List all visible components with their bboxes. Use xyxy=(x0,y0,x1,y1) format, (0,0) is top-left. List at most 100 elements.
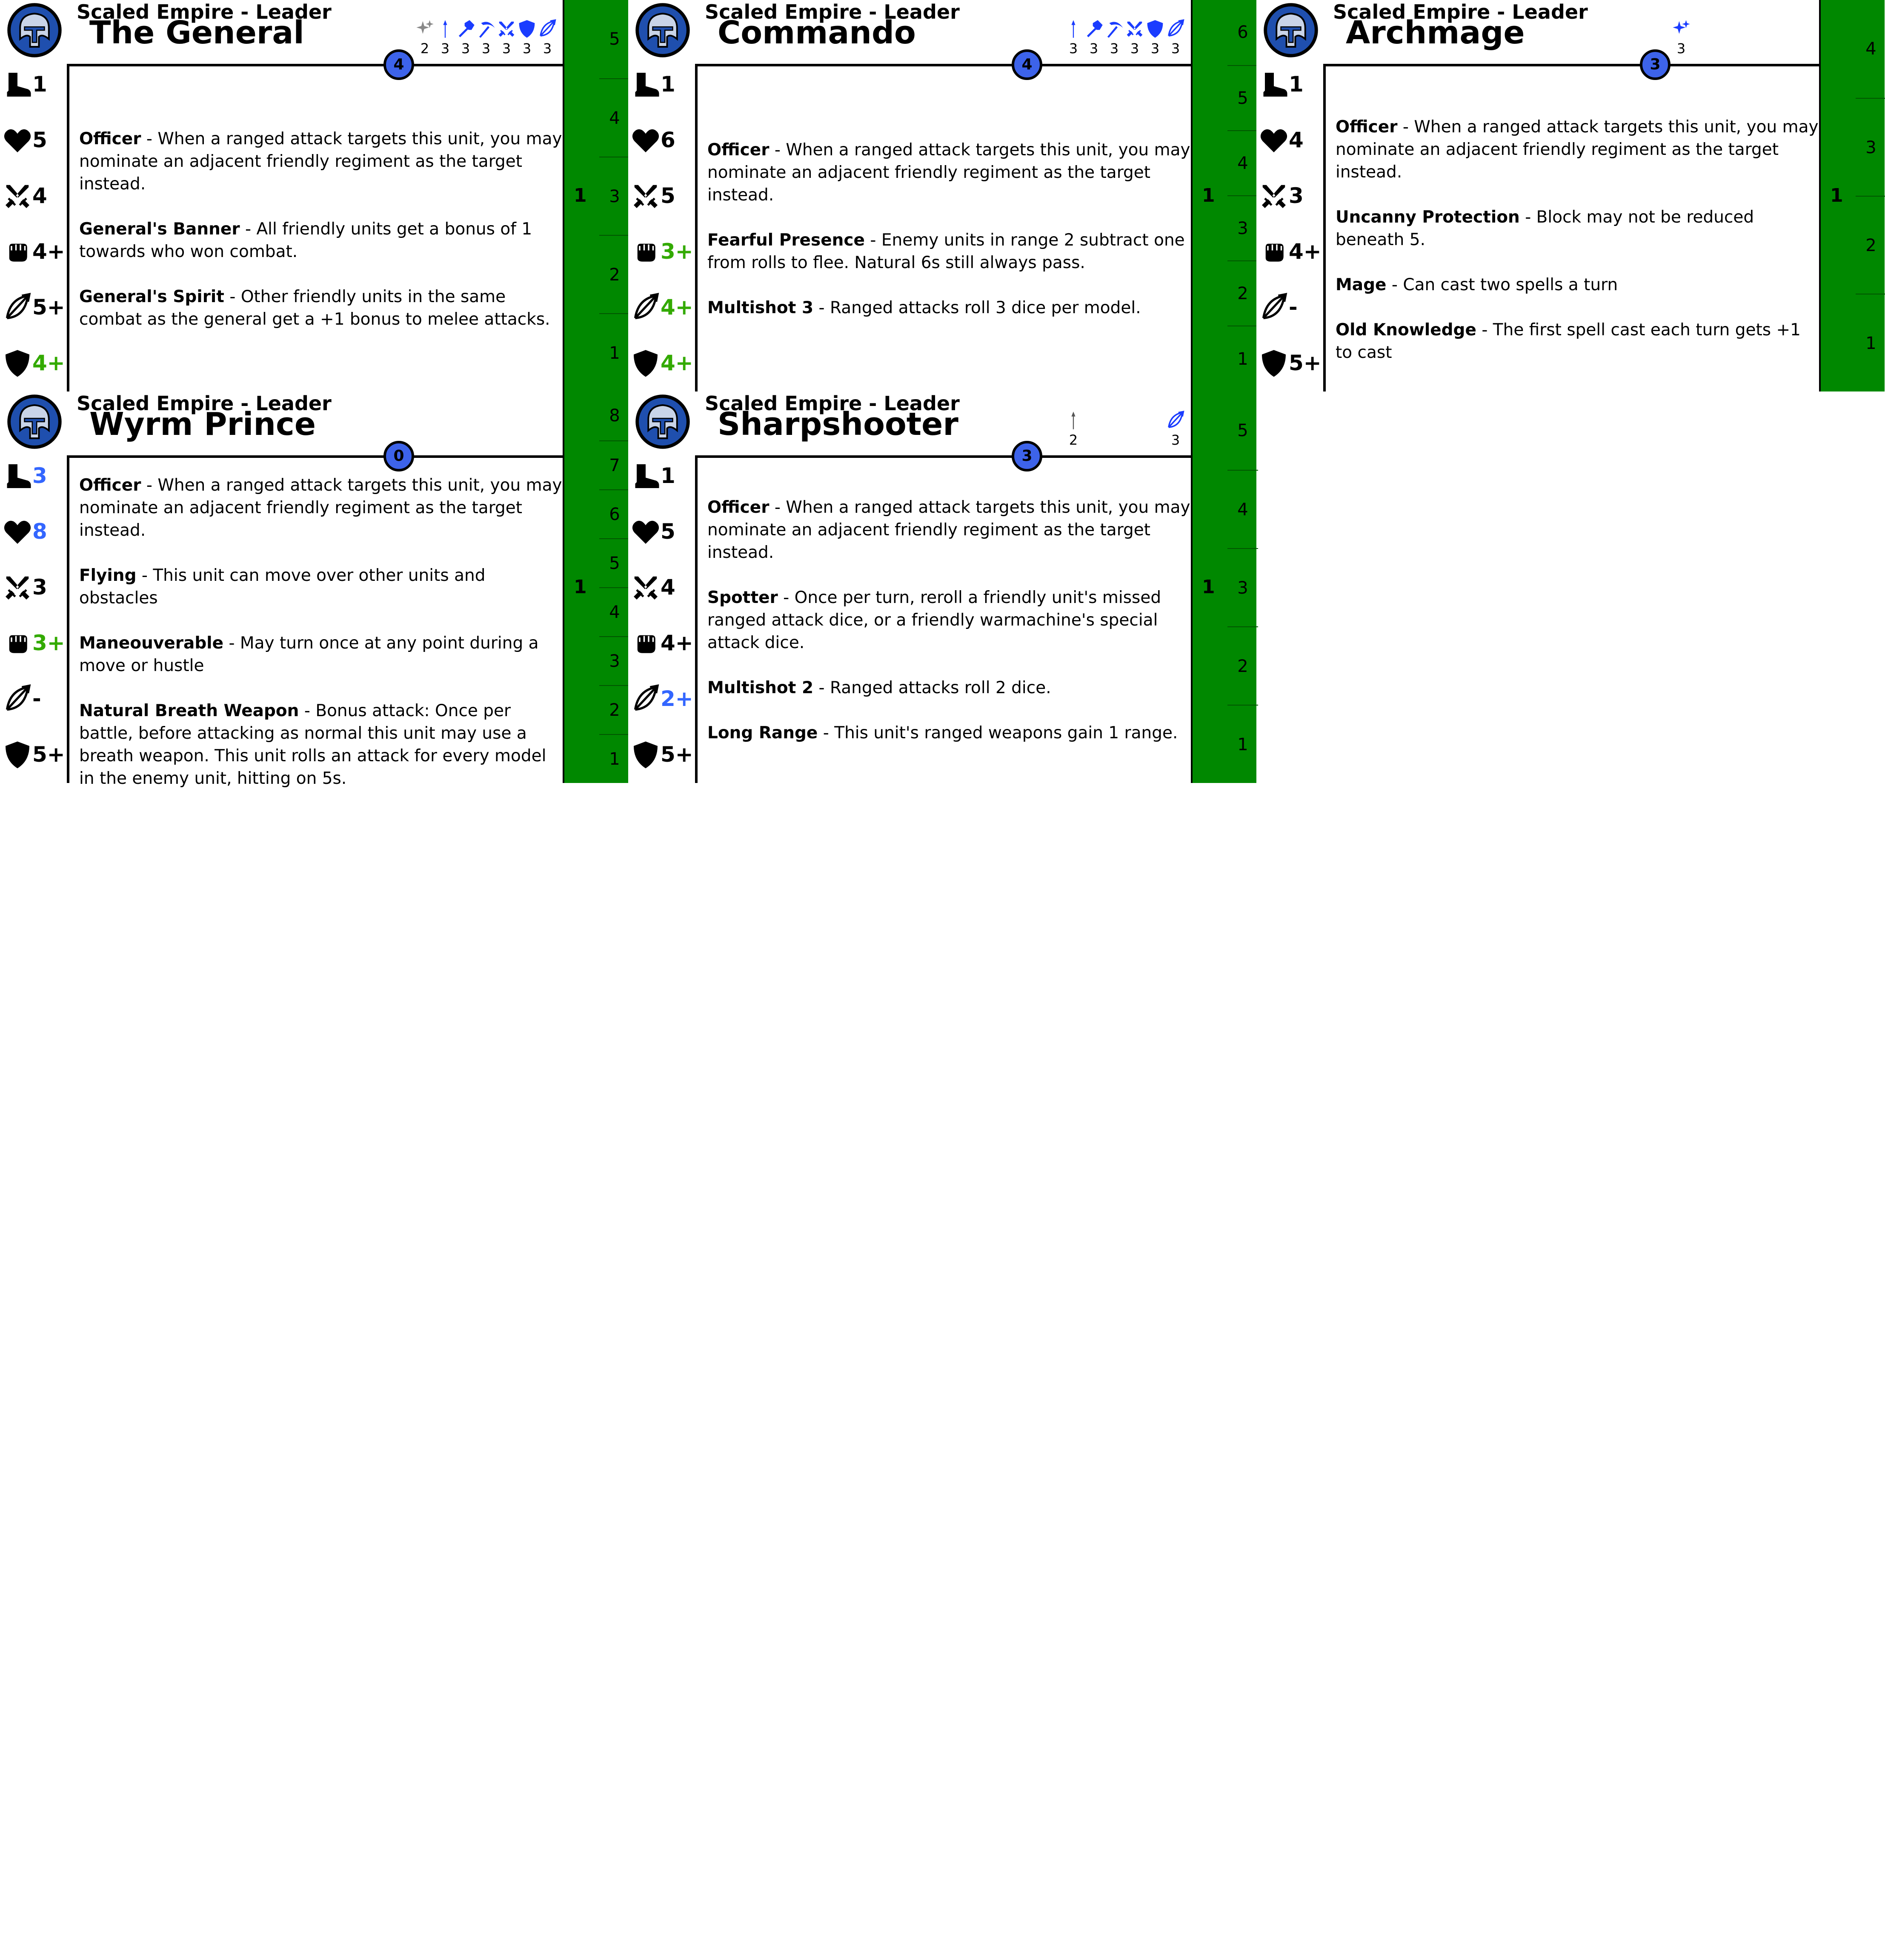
stat-value: 5 xyxy=(32,128,47,152)
stat-value: 5 xyxy=(661,519,675,544)
ability-name: Officer xyxy=(79,476,141,495)
cost-badge: 4 xyxy=(1012,49,1042,80)
stat-value: - xyxy=(32,686,41,711)
heart-icon xyxy=(631,517,661,547)
hammer-icon xyxy=(455,18,476,40)
ability-name: Old Knowledge xyxy=(1336,320,1476,340)
track-step: 3 xyxy=(1227,195,1258,260)
ability-text: - When a ranged attack targets this unit… xyxy=(707,498,1190,562)
ability-name: Fearful Presence xyxy=(707,231,865,250)
stat-divider xyxy=(67,455,69,783)
track-step: 2 xyxy=(1856,196,1885,294)
ability: Fearful Presence - Enemy units in range … xyxy=(707,229,1190,274)
model-count: 1 xyxy=(574,576,587,598)
unit-card-sharpshooter: Scaled Empire - Leader Sharpshooter 2 3 … xyxy=(628,391,1258,783)
pickaxe-icon xyxy=(1104,18,1124,40)
crossed-swords-icon xyxy=(3,181,32,211)
stat-health: 8 xyxy=(0,509,66,552)
stat-block: 4+ xyxy=(628,341,695,383)
stat-value: 4+ xyxy=(32,239,65,264)
stat-value: 2+ xyxy=(661,686,693,711)
ability: General's Banner - All friendly units ge… xyxy=(79,218,562,263)
ability-list: Officer - When a ranged attack targets t… xyxy=(1336,116,1819,386)
ability-list: Officer - When a ranged attack targets t… xyxy=(707,496,1190,767)
header-divider xyxy=(1325,64,1819,66)
faction-crest-icon xyxy=(635,394,690,449)
ability-text: - Can cast two spells a turn xyxy=(1386,275,1618,294)
shield-icon xyxy=(1259,349,1289,378)
ability-list: Officer - When a ranged attack targets t… xyxy=(707,139,1190,342)
stat-value: 4+ xyxy=(661,295,693,320)
ability-name: Long Range xyxy=(707,723,818,743)
crossed-swords-icon xyxy=(631,181,661,211)
boot-icon xyxy=(3,461,32,491)
stat-block: 4+ xyxy=(0,341,66,383)
stat-value: 3 xyxy=(1289,183,1304,208)
ability: General's Spirit - Other friendly units … xyxy=(79,286,562,331)
stat-value: 5+ xyxy=(32,295,65,320)
bow-icon xyxy=(1165,409,1186,431)
weapon-value: 3 xyxy=(502,40,511,57)
fist-icon xyxy=(3,237,32,267)
ability-name: Officer xyxy=(707,140,769,160)
weapon-hammer: 3 xyxy=(1084,18,1104,60)
track-step: 4 xyxy=(1227,130,1258,195)
stat-attacks: 4 xyxy=(0,174,66,216)
weapon-value: 3 xyxy=(1089,40,1098,57)
ability: Natural Breath Weapon - Bonus attack: On… xyxy=(79,700,562,790)
ability-name: Officer xyxy=(79,129,141,149)
stat-value: 8 xyxy=(32,519,47,544)
weapon-magic: 2 xyxy=(415,18,435,60)
stat-value: 3+ xyxy=(32,631,65,655)
faction-crest-icon xyxy=(635,3,690,58)
stat-move: 1 xyxy=(0,62,66,105)
weapon-value: 2 xyxy=(420,40,429,57)
faction-crest-icon xyxy=(1263,3,1319,58)
weapon-value: 3 xyxy=(1171,40,1180,57)
weapon-value: 3 xyxy=(522,40,532,57)
ability: Officer - When a ranged attack targets t… xyxy=(1336,116,1819,183)
stat-value: 4 xyxy=(32,183,47,208)
ability: Officer - When a ranged attack targets t… xyxy=(79,128,562,195)
boot-icon xyxy=(631,461,661,491)
ability-name: Spotter xyxy=(707,588,778,607)
weapon-magic: 3 xyxy=(1671,18,1691,60)
shield-icon xyxy=(631,740,661,770)
track-step: 1 xyxy=(1227,326,1258,391)
track-step: 4 xyxy=(599,587,630,636)
track-step: 2 xyxy=(599,235,630,313)
shield-icon xyxy=(517,18,537,40)
stat-move: 3 xyxy=(0,454,66,496)
crossed-swords-icon xyxy=(1259,181,1289,211)
stat-ranged: - xyxy=(1256,285,1323,328)
stat-attacks: 5 xyxy=(628,174,695,216)
ability: Maneouverable - May turn once at any poi… xyxy=(79,632,562,677)
crossed-swords-icon xyxy=(1124,18,1145,40)
ability-text: - When a ranged attack targets this unit… xyxy=(79,476,562,540)
heart-icon xyxy=(3,517,32,547)
stat-health: 5 xyxy=(628,509,695,552)
weapon-bow: 3 xyxy=(1165,18,1186,60)
heart-icon xyxy=(631,126,661,155)
track-step: 6 xyxy=(599,489,630,538)
cost-badge: 0 xyxy=(383,441,414,471)
weapon-spear: 2 xyxy=(1063,409,1084,452)
track-step: 2 xyxy=(599,685,630,734)
ability: Officer - When a ranged attack targets t… xyxy=(707,139,1190,206)
stat-move: 1 xyxy=(628,62,695,105)
model-count: 1 xyxy=(1830,185,1843,206)
unit-name: Commando xyxy=(718,14,916,51)
weapon-swords: 3 xyxy=(1124,18,1145,60)
ability-text: - Ranged attacks roll 2 dice. xyxy=(813,678,1051,697)
heart-icon xyxy=(1259,126,1289,155)
ability-name: Natural Breath Weapon xyxy=(79,701,299,720)
weapon-value: 3 xyxy=(1130,40,1139,57)
track-step: 3 xyxy=(1227,548,1258,626)
weapon-value: 3 xyxy=(1069,40,1078,57)
stat-divider xyxy=(695,64,698,391)
spear-icon xyxy=(1063,18,1084,40)
ability-list: Officer - When a ranged attack targets t… xyxy=(79,474,562,812)
unit-name: Sharpshooter xyxy=(718,406,958,443)
ability-text: - This unit can move over other units an… xyxy=(79,566,486,608)
track-step: 4 xyxy=(599,78,630,157)
